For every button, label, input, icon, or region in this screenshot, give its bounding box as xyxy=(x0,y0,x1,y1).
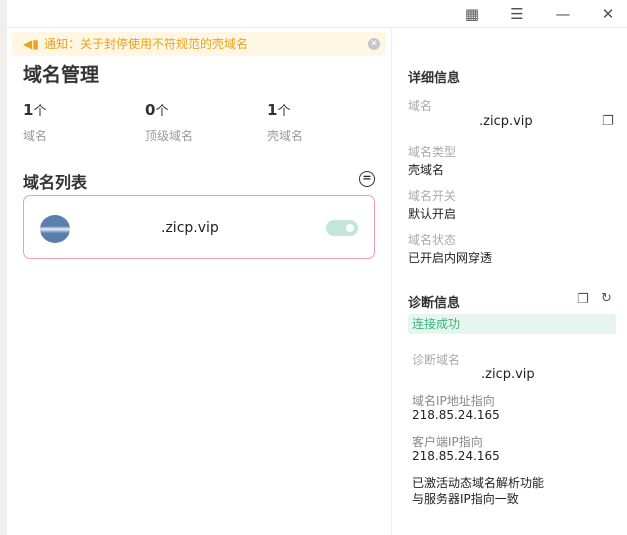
stat-unit: 个 xyxy=(277,104,291,119)
copy-diagnosis-icon[interactable]: ❐ xyxy=(577,292,589,307)
domain-value: .zicp.vip xyxy=(479,114,533,129)
close-icon[interactable]: ✕ xyxy=(599,5,617,23)
diag-domain-label: 诊断域名 xyxy=(412,353,461,367)
stat-unit: 个 xyxy=(155,104,169,119)
details-title: 详细信息 xyxy=(408,71,461,86)
domain-card[interactable]: .zicp.vip xyxy=(23,195,375,259)
stat-shell: 1个 壳域名 xyxy=(267,100,303,144)
copy-icon[interactable]: ❐ xyxy=(602,114,614,129)
stat-domains: 1个 域名 xyxy=(23,100,47,144)
domain-list-title: 域名列表 xyxy=(23,173,88,192)
stat-label: 顶级域名 xyxy=(145,129,194,143)
notice-banner[interactable]: ◀▮ 通知：关于封停使用不符规范的壳域名 ✕ xyxy=(12,32,386,56)
title-bar: ▦ ☰ — ✕ xyxy=(7,0,627,28)
speaker-icon: ◀▮ xyxy=(23,37,39,51)
switch-label: 域名开关 xyxy=(408,189,457,203)
client-ip-label: 客户端IP指向 xyxy=(412,435,483,449)
stat-value: 1 xyxy=(267,101,278,119)
stat-top-level: 0个 顶级域名 xyxy=(145,100,193,144)
list-menu-icon[interactable]: = xyxy=(359,171,375,187)
dns-value: 218.85.24.165 xyxy=(412,408,500,422)
stat-unit: 个 xyxy=(33,104,47,119)
status-value: 已开启内网穿透 xyxy=(408,251,493,265)
result-line-1: 已激活动态域名解析功能 xyxy=(412,476,545,490)
notice-close-icon[interactable]: ✕ xyxy=(368,38,380,50)
domain-name: .zicp.vip xyxy=(161,220,219,236)
diag-domain-value: .zicp.vip xyxy=(481,367,535,382)
dns-label: 域名IP地址指向 xyxy=(412,394,495,408)
notice-text[interactable]: 通知：关于封停使用不符规范的壳域名 xyxy=(44,37,248,51)
menu-icon[interactable]: ☰ xyxy=(508,5,526,23)
stat-label: 域名 xyxy=(23,129,48,143)
refresh-icon[interactable]: ↻ xyxy=(601,291,612,306)
left-edge xyxy=(0,0,7,535)
type-label: 域名类型 xyxy=(408,145,457,159)
connection-status: 连接成功 xyxy=(408,314,616,334)
minimize-icon[interactable]: — xyxy=(554,5,572,23)
domain-toggle[interactable] xyxy=(326,220,358,236)
panel-divider xyxy=(391,29,392,535)
qr-code-icon[interactable]: ▦ xyxy=(463,5,481,23)
diagnosis-title: 诊断信息 xyxy=(408,296,461,311)
status-label: 域名状态 xyxy=(408,233,457,247)
type-value: 壳域名 xyxy=(408,163,445,177)
stat-value: 1 xyxy=(23,101,34,119)
domain-label: 域名 xyxy=(408,99,433,113)
stat-label: 壳域名 xyxy=(267,129,304,143)
client-ip-value: 218.85.24.165 xyxy=(412,449,500,463)
page-title: 域名管理 xyxy=(23,64,100,86)
domain-avatar xyxy=(40,215,70,243)
result-line-2: 与服务器IP指向一致 xyxy=(412,492,519,506)
switch-value: 默认开启 xyxy=(408,207,457,221)
stat-value: 0 xyxy=(145,101,156,119)
